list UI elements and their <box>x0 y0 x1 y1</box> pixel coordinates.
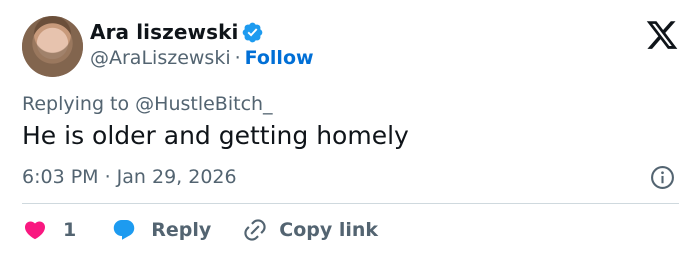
reply-bubble-icon <box>113 220 135 240</box>
divider <box>22 203 679 204</box>
copy-link-label: Copy link <box>279 219 379 241</box>
avatar-photo <box>22 16 83 77</box>
tweet-text: He is older and getting homely <box>22 121 409 150</box>
x-logo-icon[interactable] <box>644 18 680 52</box>
tweet-timestamp[interactable]: 6:03 PM · Jan 29, 2026 <box>22 166 237 188</box>
reply-label: Reply <box>151 219 212 241</box>
avatar[interactable] <box>22 16 83 77</box>
action-bar: 1 Reply Copy link <box>22 216 378 244</box>
info-icon[interactable] <box>650 165 675 190</box>
author-handle-line: @AraLiszewski · Follow <box>90 47 314 69</box>
author-display-name[interactable]: Ara liszewski <box>90 20 238 44</box>
copy-link-button[interactable]: Copy link <box>242 217 378 243</box>
link-icon <box>244 219 266 241</box>
like-button[interactable]: 1 <box>22 218 76 242</box>
replying-to[interactable]: Replying to @HustleBitch_ <box>22 93 273 115</box>
heart-icon <box>24 221 46 240</box>
reply-button[interactable]: Reply <box>111 218 211 242</box>
like-count: 1 <box>63 219 77 241</box>
separator-dot: · <box>234 47 241 69</box>
author-handle[interactable]: @AraLiszewski <box>90 47 231 69</box>
follow-button[interactable]: Follow <box>245 47 314 69</box>
verified-badge-icon <box>242 22 263 43</box>
